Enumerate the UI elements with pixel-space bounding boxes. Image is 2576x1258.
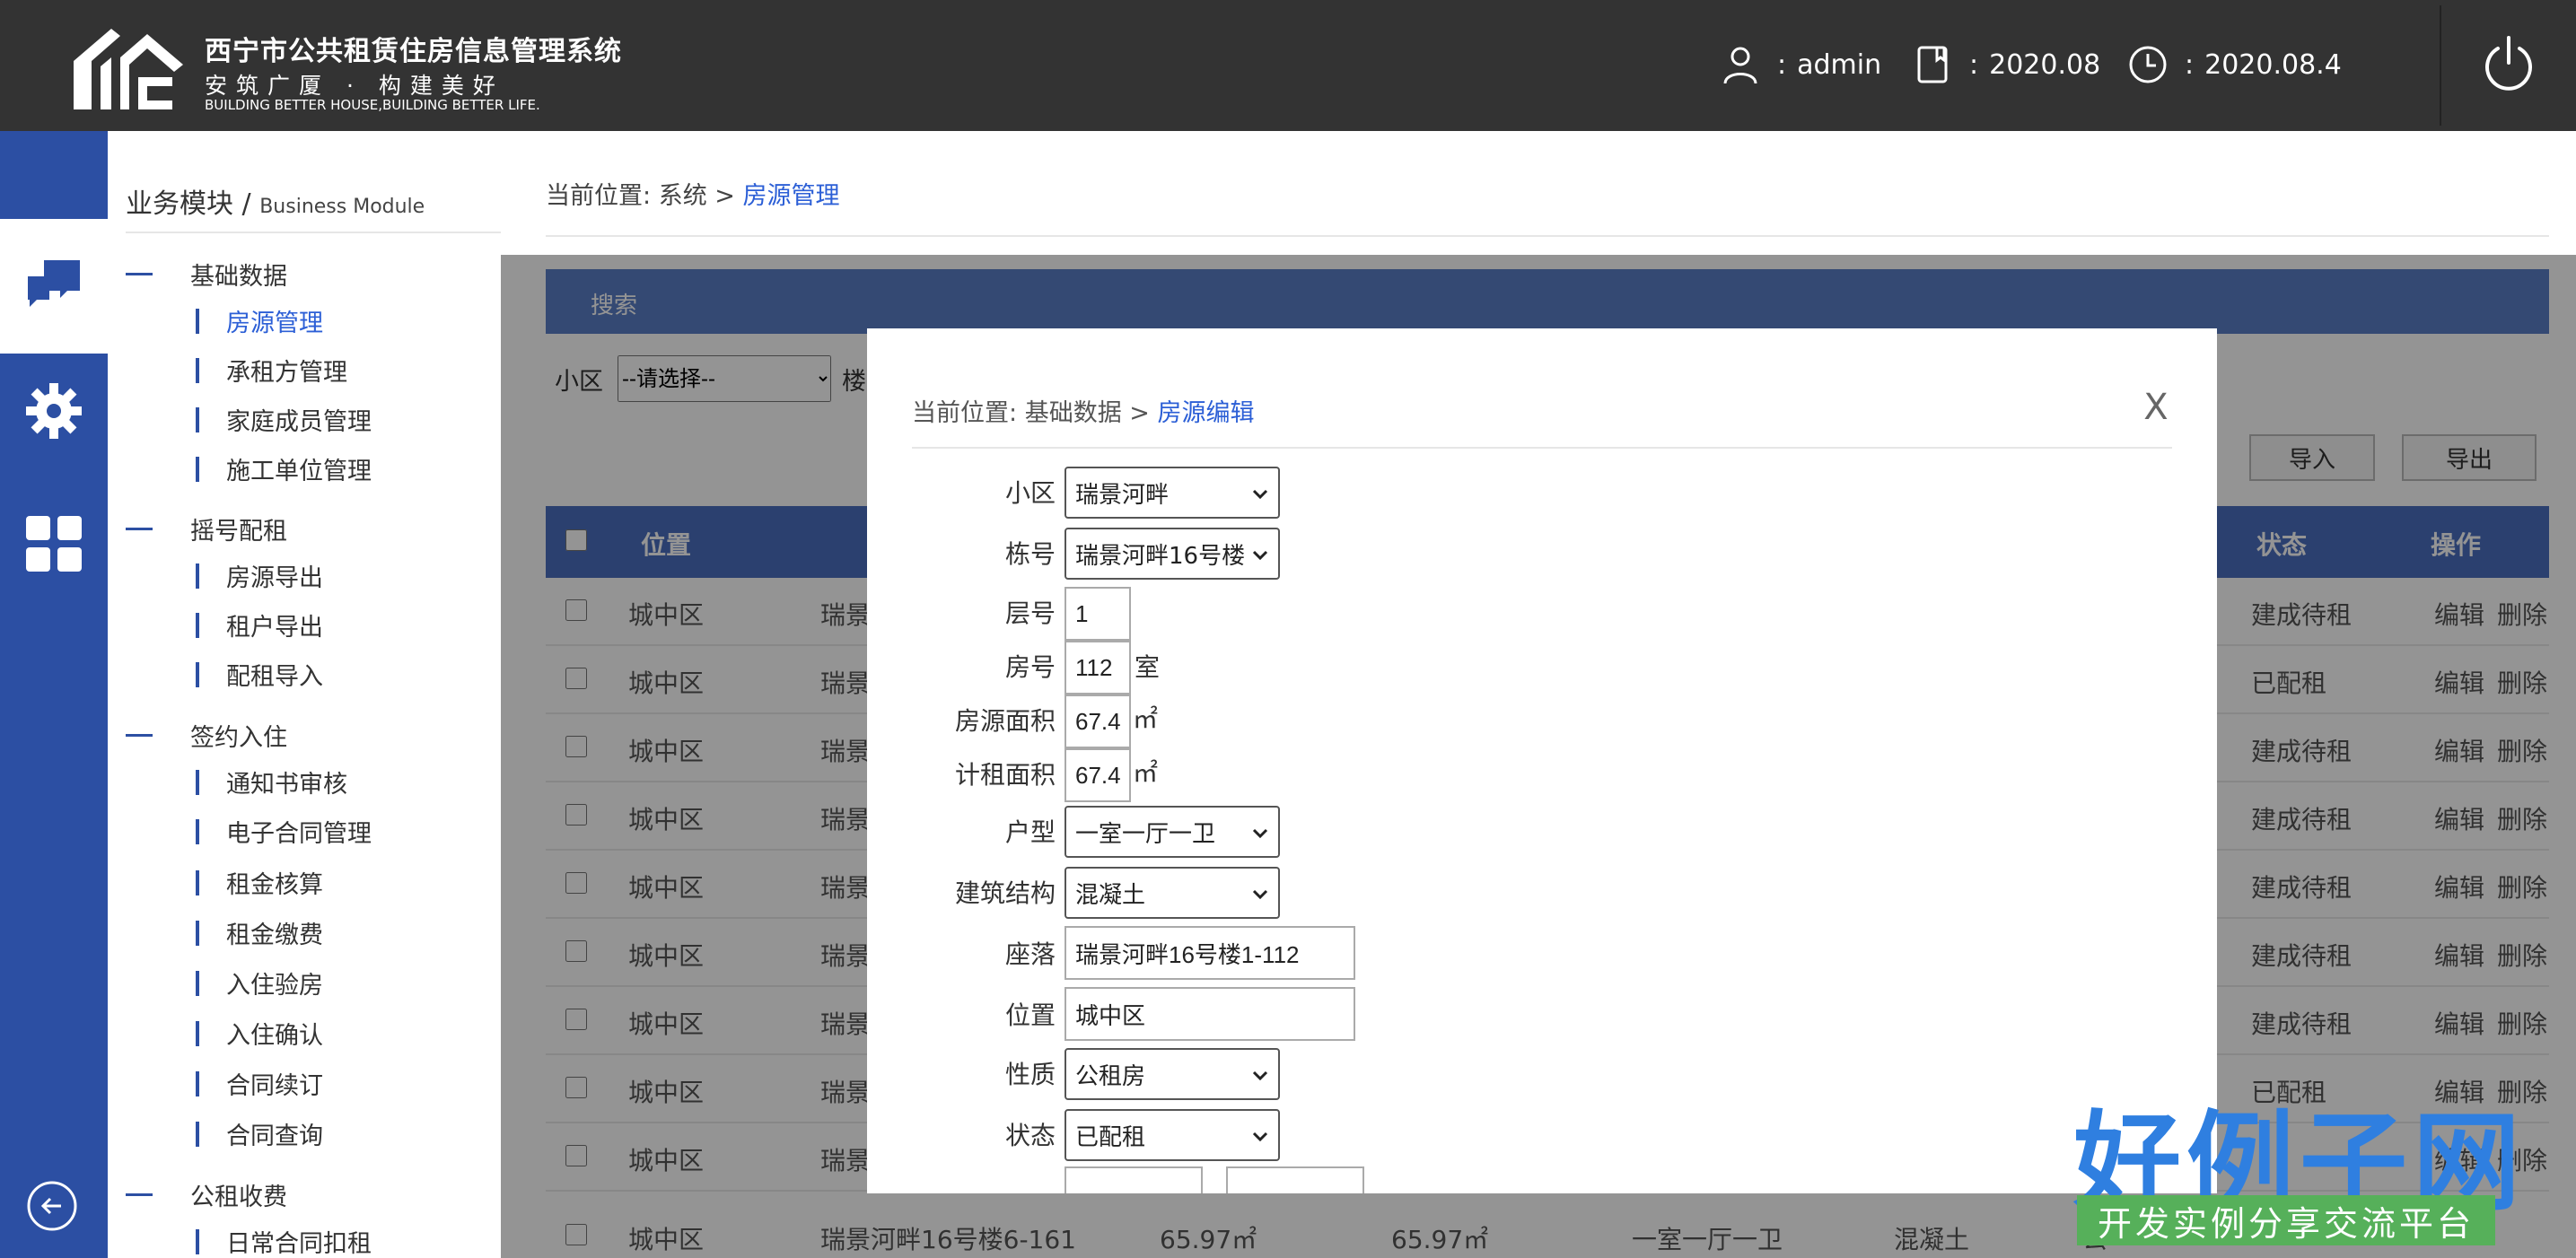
top-header: 西宁市公共租赁住房信息管理系统 安筑广厦 · 构建美好 BUILDING BET… bbox=[0, 0, 2576, 131]
layout-select[interactable]: 一室一厅一卫 bbox=[1065, 806, 1280, 858]
menu-item-notice-review[interactable]: 通知书审核 bbox=[196, 764, 347, 799]
header-user: : admin bbox=[1720, 39, 1881, 90]
app-slogan-en: BUILDING BETTER HOUSE,BUILDING BETTER LI… bbox=[205, 97, 540, 113]
chevron-down-icon bbox=[1252, 1070, 1268, 1081]
header-username: admin bbox=[1797, 48, 1882, 81]
chevron-down-icon bbox=[1252, 1131, 1268, 1142]
modal-close-button[interactable]: X bbox=[2138, 389, 2174, 425]
house-logo-icon bbox=[74, 29, 183, 109]
header-period-value: 2020.08 bbox=[1989, 48, 2101, 81]
gear-icon bbox=[26, 383, 82, 439]
clock-icon bbox=[2129, 46, 2167, 83]
menu-item-contract-query[interactable]: 合同查询 bbox=[196, 1116, 323, 1151]
menu-item-allocation-import[interactable]: 配租导入 bbox=[196, 657, 323, 692]
next-field-input[interactable] bbox=[1226, 1166, 1364, 1193]
app-slogan: 安筑广厦 · 构建美好 bbox=[205, 73, 504, 99]
user-icon bbox=[1723, 47, 1757, 84]
modal-breadcrumb: 当前位置: 基础数据 > 房源编辑 bbox=[912, 399, 1255, 427]
watermark-subtitle: 开发实例分享交流平台 bbox=[2077, 1195, 2495, 1245]
menu-group-lottery[interactable]: 摇号配租 bbox=[126, 511, 287, 546]
menu-item-rent-payment[interactable]: 租金缴费 bbox=[196, 915, 323, 950]
menu-group-signing[interactable]: 签约入住 bbox=[126, 718, 287, 753]
menu-item-move-in-inspection[interactable]: 入住验房 bbox=[196, 965, 323, 1000]
book-icon bbox=[1917, 46, 1948, 83]
building-select[interactable]: 瑞景河畔16号楼 bbox=[1065, 528, 1280, 580]
settings-button[interactable] bbox=[0, 357, 108, 465]
address-input[interactable] bbox=[1065, 926, 1355, 980]
position-input[interactable] bbox=[1065, 987, 1355, 1041]
breadcrumb-current: 房源管理 bbox=[742, 182, 840, 210]
app-title: 西宁市公共租赁住房信息管理系统 bbox=[205, 36, 622, 67]
menu-item-housing-management[interactable]: 房源管理 bbox=[196, 303, 323, 338]
structure-select[interactable]: 混凝土 bbox=[1065, 867, 1280, 919]
status-select[interactable]: 已配租 bbox=[1065, 1109, 1280, 1161]
back-arrow-icon[interactable] bbox=[25, 1179, 79, 1233]
header-date: : 2020.08.4 bbox=[2127, 39, 2342, 90]
menu-item-daily-deduction[interactable]: 日常合同扣租 bbox=[196, 1224, 372, 1258]
menu-item-family-members[interactable]: 家庭成员管理 bbox=[196, 402, 372, 437]
menu-group-basic-data[interactable]: 基础数据 bbox=[126, 257, 287, 292]
breadcrumb: 当前位置: 系统 > 房源管理 bbox=[546, 182, 840, 210]
chevron-down-icon bbox=[1252, 889, 1268, 900]
chevron-down-icon bbox=[1252, 828, 1268, 839]
header-period: : 2020.08 bbox=[1912, 39, 2100, 90]
floor-input[interactable] bbox=[1065, 587, 1131, 641]
icon-sidebar bbox=[0, 131, 108, 1258]
power-icon[interactable] bbox=[2483, 34, 2535, 92]
rent-area-input[interactable] bbox=[1065, 748, 1131, 802]
community-select[interactable]: 瑞景河畔 bbox=[1065, 467, 1280, 519]
area-input[interactable] bbox=[1065, 695, 1131, 748]
nature-select[interactable]: 公租房 bbox=[1065, 1048, 1280, 1100]
menu-item-e-contract[interactable]: 电子合同管理 bbox=[196, 814, 372, 849]
apps-grid-button[interactable] bbox=[0, 490, 108, 598]
menu-item-contract-renewal[interactable]: 合同续订 bbox=[196, 1066, 323, 1101]
menu-item-construction-units[interactable]: 施工单位管理 bbox=[196, 451, 372, 486]
grid-icon bbox=[26, 516, 82, 572]
menu-item-tenant-export[interactable]: 租户导出 bbox=[196, 607, 323, 642]
menu-title: 业务模块 / Business Module bbox=[126, 188, 425, 220]
next-field-input[interactable] bbox=[1065, 1166, 1203, 1193]
menu-item-rent-accounting[interactable]: 租金核算 bbox=[196, 865, 323, 900]
menu-item-housing-export[interactable]: 房源导出 bbox=[196, 558, 323, 593]
room-number-input[interactable] bbox=[1065, 641, 1131, 695]
chat-bubbles-icon bbox=[28, 260, 80, 307]
header-divider bbox=[2440, 5, 2441, 126]
chevron-down-icon bbox=[1252, 489, 1268, 500]
menu-item-tenant-management[interactable]: 承租方管理 bbox=[196, 353, 347, 388]
menu-group-rent-charge[interactable]: 公租收费 bbox=[126, 1177, 287, 1212]
header-date-value: 2020.08.4 bbox=[2204, 48, 2342, 81]
business-module-button[interactable] bbox=[0, 219, 108, 354]
menu-item-move-in-confirm[interactable]: 入住确认 bbox=[196, 1016, 323, 1051]
chevron-down-icon bbox=[1252, 550, 1268, 561]
business-menu: 业务模块 / Business Module 基础数据 房源管理 承租方管理 家… bbox=[108, 131, 501, 1258]
housing-edit-modal: 当前位置: 基础数据 > 房源编辑 X 小区 瑞景河畔 栋号 瑞景河畔16号楼 … bbox=[867, 328, 2217, 1193]
